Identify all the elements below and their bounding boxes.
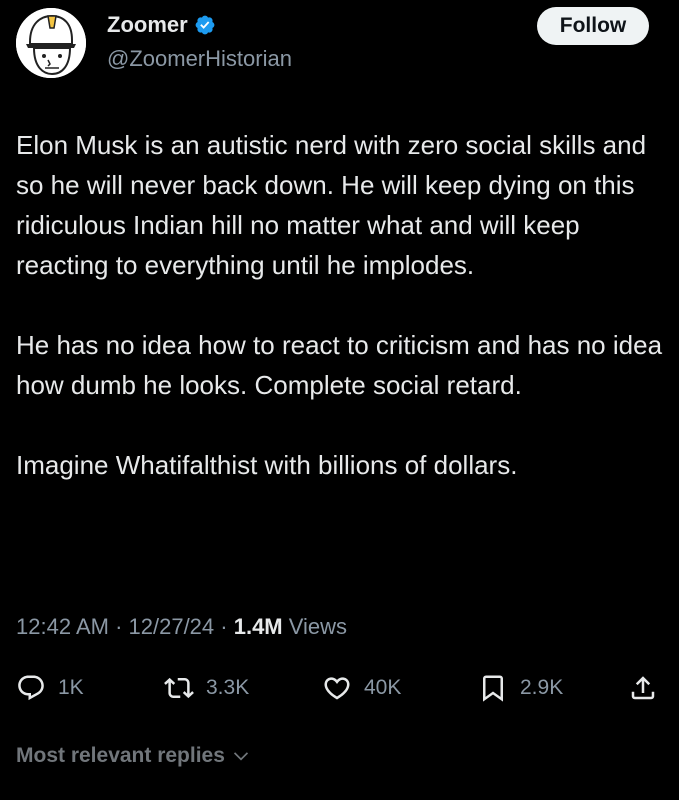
repost-count: 3.3K xyxy=(206,676,250,699)
replies-sort-dropdown[interactable]: Most relevant replies xyxy=(16,744,251,768)
like-count: 40K xyxy=(364,676,402,699)
author-name[interactable]: Zoomer xyxy=(107,12,188,38)
replies-sort-label: Most relevant replies xyxy=(16,744,225,767)
avatar[interactable] xyxy=(16,8,86,78)
bookmark-icon xyxy=(483,675,503,702)
bookmark-count: 2.9K xyxy=(520,676,564,699)
repost-icon xyxy=(164,677,194,699)
like-icon xyxy=(324,677,350,700)
meta-separator: · xyxy=(108,614,129,639)
reply-count: 1K xyxy=(58,676,84,699)
tweet-date[interactable]: 12/27/24 xyxy=(129,614,215,639)
verified-badge-icon xyxy=(194,14,216,36)
views-label: Views xyxy=(282,614,348,639)
chevron-down-icon xyxy=(233,752,248,761)
tweet-paragraph: Imagine Whatifalthist with billions of d… xyxy=(16,450,518,480)
tweet-paragraph: He has no idea how to react to criticism… xyxy=(16,330,663,400)
avatar-image xyxy=(16,8,86,78)
tweet-text: Elon Musk is an autistic nerd with zero … xyxy=(16,125,666,485)
views-count[interactable]: 1.4M xyxy=(234,614,283,639)
tweet-time[interactable]: 12:42 AM xyxy=(16,614,109,639)
share-icon xyxy=(631,676,655,700)
reply-icon xyxy=(18,675,44,701)
like-button[interactable]: 40K xyxy=(322,670,401,706)
meta-separator: · xyxy=(214,614,234,639)
author-handle[interactable]: @ZoomerHistorian xyxy=(107,46,292,72)
tweet-meta: 12:42 AM · 12/27/24 · 1.4M Views xyxy=(16,614,347,640)
bookmark-button[interactable]: 2.9K xyxy=(478,670,563,706)
share-button[interactable] xyxy=(628,670,658,706)
tweet-paragraph: Elon Musk is an autistic nerd with zero … xyxy=(16,130,647,280)
action-bar: 1K 3.3K 40K 2.9K xyxy=(16,670,664,706)
repost-button[interactable]: 3.3K xyxy=(164,670,249,706)
reply-button[interactable]: 1K xyxy=(16,670,84,706)
follow-button[interactable]: Follow xyxy=(537,7,649,45)
